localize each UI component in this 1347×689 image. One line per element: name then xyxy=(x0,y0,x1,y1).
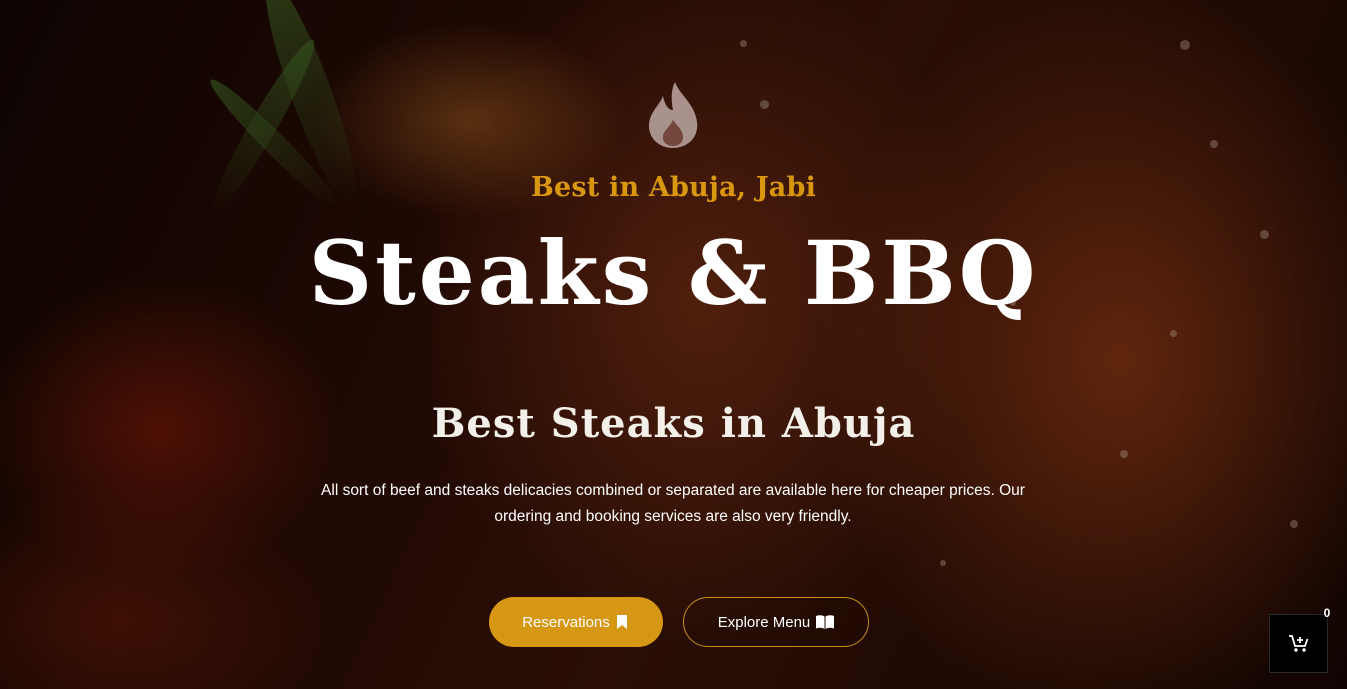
hero-section: Best in Abuja, Jabi Steaks & BBQ Best St… xyxy=(0,0,1347,689)
cart-button[interactable] xyxy=(1269,614,1328,673)
hero-subtitle: Best Steaks in Abuja xyxy=(431,400,916,447)
hero-tagline: Best in Abuja, Jabi xyxy=(530,172,817,203)
hero-title: Steaks & BBQ xyxy=(308,221,1039,325)
flame-icon xyxy=(648,82,698,148)
cart-plus-icon xyxy=(1288,634,1308,652)
reservations-button[interactable]: Reservations xyxy=(489,597,663,647)
bookmark-icon xyxy=(616,615,630,629)
hero-content: Best in Abuja, Jabi Steaks & BBQ Best St… xyxy=(0,0,1347,689)
explore-menu-button[interactable]: Explore Menu xyxy=(683,597,869,647)
cart-count-badge: 0 xyxy=(1323,606,1331,620)
hero-description: All sort of beef and steaks delicacies c… xyxy=(321,482,1025,525)
open-book-icon xyxy=(816,615,835,629)
explore-menu-button-label: Explore Menu xyxy=(717,613,811,631)
reservations-button-label: Reservations xyxy=(522,613,610,631)
